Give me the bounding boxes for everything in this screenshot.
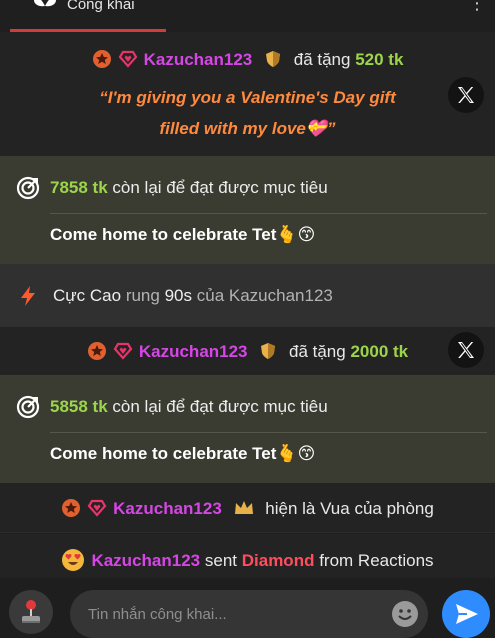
target-icon [16,176,40,200]
message-input-container [70,590,428,638]
vibration-message: Cực Cao rung 90s của Kazuchan123 [0,264,495,327]
goal-divider [50,432,487,433]
smiley-icon [398,609,412,620]
king-text: hiện là Vua của phòng [265,499,434,518]
goal-amount: 5858 tk [50,397,108,416]
public-message-input[interactable] [88,590,388,638]
fan-heart-icon [87,499,107,517]
fan-heart-icon [113,342,133,360]
gift-message-1: Kazuchan123 đã tặng 520 tk “I'm giving y… [0,32,495,156]
gift-line-1: Kazuchan123 đã tặng 520 tk [0,49,495,70]
send-icon [456,604,478,624]
composer-bar [0,578,495,638]
level-badge-icon [87,342,106,360]
king-message: Kazuchan123 hiện là Vua của phòng [0,483,495,533]
goal-card-1: 7858 tk còn lại để đạt được mục tiêu Com… [0,156,495,264]
goal-title: Come home to celebrate Tet🫰😙 [50,225,316,244]
gift-quote-line-2: filled with my love💝” [159,119,336,138]
butterfly-icon [34,0,56,7]
reaction-sent: sent [204,551,237,570]
gift-username[interactable]: Kazuchan123 [144,50,253,69]
gift-message-2: Kazuchan123 đã tặng 2000 tk [0,327,495,375]
tab-public-label: Công khai [67,0,135,13]
goal-remaining: 5858 tk còn lại để đạt được mục tiêu [50,397,328,417]
shield-badge-icon [266,51,280,67]
lightning-icon [21,286,35,306]
reaction-line: Kazuchan123 sent Diamond from Reactions [0,548,495,572]
level-badge-icon [92,50,111,68]
king-line: Kazuchan123 hiện là Vua của phòng [0,498,495,519]
gift-quote-line-1: “I'm giving you a Valentine's Day gift [99,88,396,107]
shield-badge-icon [261,343,276,359]
send-button[interactable] [442,590,490,638]
goal-remaining-text: còn lại để đạt được mục tiêu [112,178,328,197]
reaction-item: Diamond [241,551,315,570]
target-icon [16,395,40,419]
tab-public[interactable]: Công khai [10,0,166,32]
top-bar: Công khai ⋮ [0,0,495,32]
reaction-username[interactable]: Kazuchan123 [91,551,200,570]
vibration-user[interactable]: Kazuchan123 [229,286,333,305]
vibration-of: của [196,286,225,305]
gift-amount: 2000 tk [350,342,409,361]
goal-remaining: 7858 tk còn lại để đạt được mục tiêu [50,178,328,198]
fan-heart-icon [118,50,137,68]
joystick-icon [22,600,40,623]
vibration-level: Cực Cao [53,286,122,305]
gift-line-2: Kazuchan123 đã tặng 2000 tk [0,341,495,362]
gift-action: đã tặng [293,50,351,69]
emoji-picker-button[interactable] [392,601,418,627]
gift-amount: 520 tk [355,50,404,69]
goal-remaining-text: còn lại để đạt được mục tiêu [112,397,328,416]
gift-action: đã tặng [289,342,346,361]
x-share-icon[interactable] [448,77,484,113]
x-share-icon[interactable] [448,332,484,368]
crown-icon [234,501,253,514]
reaction-from: from Reactions [319,551,434,570]
vibration-text: Cực Cao rung 90s của Kazuchan123 [53,286,333,306]
reaction-message: Kazuchan123 sent Diamond from Reactions [0,534,495,578]
goal-amount: 7858 tk [50,178,108,197]
king-username[interactable]: Kazuchan123 [113,499,222,518]
gift-username[interactable]: Kazuchan123 [139,342,248,361]
joystick-button[interactable] [9,590,53,634]
goal-divider [50,213,487,214]
goal-title: Come home to celebrate Tet🫰😙 [50,444,316,463]
more-options-icon[interactable]: ⋮ [468,0,486,12]
goal-card-2: 5858 tk còn lại để đạt được mục tiêu Com… [0,375,495,483]
vibration-action: rung [125,286,160,305]
heart-eyes-emoji-icon [62,549,85,571]
vibration-duration: 90s [164,286,192,305]
level-badge-icon [62,499,81,517]
